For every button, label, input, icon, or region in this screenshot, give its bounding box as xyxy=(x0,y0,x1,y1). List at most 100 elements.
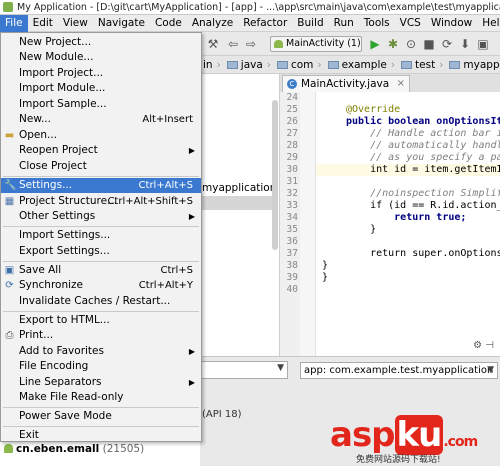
menu-separator xyxy=(3,226,199,227)
menu-item-open[interactable]: ▬ Open... xyxy=(1,128,201,143)
breadcrumb-label: in xyxy=(203,58,213,71)
menu-item-export-settings[interactable]: Export Settings... xyxy=(1,244,201,259)
menu-item-import-project[interactable]: Import Project... xyxy=(1,66,201,81)
menu-build[interactable]: Build xyxy=(292,15,328,32)
breadcrumb-item[interactable]: java › xyxy=(224,56,274,74)
menu-item-file-encoding[interactable]: File Encoding xyxy=(1,359,201,374)
line-number: 31 xyxy=(286,176,298,187)
menu-item-synchronize[interactable]: ⟳ Synchronize Ctrl+Alt+Y xyxy=(1,278,201,293)
menu-tools[interactable]: Tools xyxy=(359,15,395,32)
menu-view[interactable]: View xyxy=(58,15,93,32)
menu-item-label: Invalidate Caches / Restart... xyxy=(19,295,171,307)
breadcrumb-label: com xyxy=(290,58,314,71)
menu-separator xyxy=(3,407,199,408)
menu-item-import-sample[interactable]: Import Sample... xyxy=(1,97,201,112)
code-line: // automatically handl xyxy=(346,140,500,151)
code-line: } xyxy=(322,272,329,283)
menu-vcs[interactable]: VCS xyxy=(395,15,426,32)
menu-item-label: Save All xyxy=(19,264,62,276)
menu-navigate[interactable]: Navigate xyxy=(93,15,150,32)
close-icon[interactable]: × xyxy=(397,76,405,92)
breadcrumb-item[interactable]: test › xyxy=(398,56,446,74)
attach-icon[interactable]: ⊙ xyxy=(404,37,418,51)
menu-window[interactable]: Window xyxy=(426,15,477,32)
build-hammer-icon[interactable]: ⚒ xyxy=(206,37,220,51)
project-selected-row[interactable] xyxy=(200,196,274,210)
menu-item-project-structure[interactable]: ▦ Project Structure... Ctrl+Alt+Shift+S xyxy=(1,194,201,209)
project-pane-scrollbar[interactable] xyxy=(272,100,278,250)
menu-item-save-all[interactable]: ▣ Save All Ctrl+S xyxy=(1,263,201,278)
menu-item-export-html[interactable]: Export to HTML... xyxy=(1,313,201,328)
menu-item-new-module[interactable]: New Module... xyxy=(1,50,201,65)
code-line: } xyxy=(322,260,329,271)
menu-item-print[interactable]: ⎙ Print... xyxy=(1,328,201,343)
app-process-select[interactable]: app: com.example.test.myapplication ▼ xyxy=(300,362,498,379)
menu-analyze[interactable]: Analyze xyxy=(187,15,238,32)
line-number: 28 xyxy=(286,140,298,151)
avd-manager-icon[interactable]: ▣ xyxy=(476,37,490,51)
menu-item-line-separators[interactable]: Line Separators ▶ xyxy=(1,375,201,390)
menu-item-import-settings[interactable]: Import Settings... xyxy=(1,228,201,243)
menu-item-label: Exit xyxy=(19,429,39,441)
menu-item-label: Synchronize xyxy=(19,279,84,291)
menu-item-shortcut: Alt+Insert xyxy=(142,114,193,125)
breadcrumb-item[interactable]: example › xyxy=(325,56,398,74)
breadcrumb-item[interactable]: in › xyxy=(200,56,224,74)
menu-item-new[interactable]: New... Alt+Insert xyxy=(1,112,201,127)
menu-item-other-settings[interactable]: Other Settings ▶ xyxy=(1,209,201,224)
menu-item-invalidate-caches[interactable]: Invalidate Caches / Restart... xyxy=(1,294,201,309)
menu-file[interactable]: File xyxy=(0,14,28,32)
line-number: 38 xyxy=(286,260,298,271)
device-select[interactable]: ▼ xyxy=(200,361,288,379)
project-tree-item[interactable]: myapplication xyxy=(202,182,276,194)
menu-item-new-project[interactable]: New Project... xyxy=(1,35,201,50)
menu-item-settings[interactable]: 🔧 Settings... Ctrl+Alt+S xyxy=(1,178,201,193)
process-row[interactable]: cn.eben.emall (21505) xyxy=(16,443,144,455)
menu-separator xyxy=(3,261,199,262)
menu-item-import-module[interactable]: Import Module... xyxy=(1,81,201,96)
wrench-icon: 🔧 xyxy=(4,180,17,191)
forward-arrow-icon[interactable]: ⇨ xyxy=(244,37,258,51)
title-bar: My Application - [D:\git\cart\MyApplicat… xyxy=(0,0,500,15)
tab-mainactivity[interactable]: C MainActivity.java × xyxy=(282,75,410,92)
menu-refactor[interactable]: Refactor xyxy=(238,15,292,32)
breadcrumb-label: myapplication xyxy=(463,58,500,71)
menu-item-add-to-favorites[interactable]: Add to Favorites ▶ xyxy=(1,344,201,359)
stop-icon[interactable]: ■ xyxy=(422,37,436,51)
panel-settings-icon[interactable]: ⚙ ⊣ xyxy=(473,340,494,351)
line-number: 25 xyxy=(286,104,298,115)
editor-tab-strip: C MainActivity.java × xyxy=(280,74,500,92)
menu-item-close-project[interactable]: Close Project xyxy=(1,159,201,174)
file-menu-dropdown: New Project... New Module... Import Proj… xyxy=(0,32,202,442)
menu-item-shortcut: Ctrl+Alt+Y xyxy=(138,280,193,291)
run-config-select[interactable]: MainActivity (1) xyxy=(270,36,362,52)
menu-item-label: Export Settings... xyxy=(19,245,110,257)
menu-item-label: Export to HTML... xyxy=(19,314,110,326)
breadcrumb-item[interactable]: com › xyxy=(274,56,325,74)
sync-icon[interactable]: ⟳ xyxy=(440,37,454,51)
breadcrumb-label: example xyxy=(341,58,387,71)
sdk-manager-icon[interactable]: ⬇ xyxy=(458,37,472,51)
line-number: 37 xyxy=(286,248,298,259)
menu-run[interactable]: Run xyxy=(329,15,359,32)
menu-separator xyxy=(3,176,199,177)
breadcrumb-item[interactable]: myapplication› xyxy=(446,56,500,74)
run-icon[interactable]: ▶ xyxy=(368,37,382,51)
breadcrumb-label: test xyxy=(415,58,436,71)
back-arrow-icon[interactable]: ⇦ xyxy=(226,37,240,51)
menu-item-exit[interactable]: Exit xyxy=(1,428,201,443)
menu-edit[interactable]: Edit xyxy=(28,15,58,32)
menu-item-power-save-mode[interactable]: Power Save Mode xyxy=(1,409,201,424)
menu-item-shortcut: Ctrl+Alt+Shift+S xyxy=(107,196,193,207)
menu-item-label: Settings... xyxy=(19,179,73,191)
debug-icon[interactable]: ✱ xyxy=(386,37,400,51)
menu-item-label: File Encoding xyxy=(19,360,89,372)
menu-help[interactable]: Help xyxy=(477,15,500,32)
menu-code[interactable]: Code xyxy=(150,15,187,32)
menu-item-make-read-only[interactable]: Make File Read-only xyxy=(1,390,201,405)
code-line: @Override xyxy=(346,104,401,115)
menu-item-reopen-project[interactable]: Reopen Project ▶ xyxy=(1,143,201,158)
line-number: 24 xyxy=(286,92,298,103)
save-icon: ▣ xyxy=(4,265,15,276)
menu-item-label: Import Sample... xyxy=(19,98,107,110)
